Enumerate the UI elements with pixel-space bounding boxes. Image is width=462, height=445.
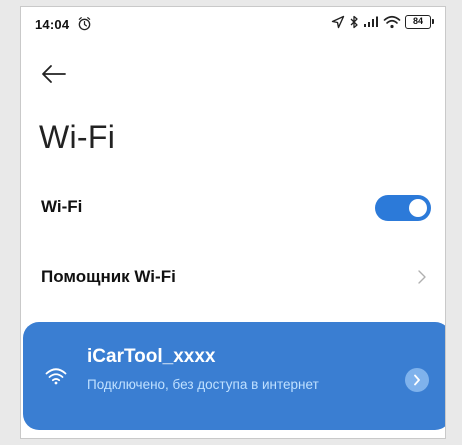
wifi-toggle-switch[interactable]: [375, 195, 431, 221]
cellular-signal-icon: [364, 16, 378, 27]
page-title: Wi-Fi: [39, 119, 116, 155]
network-name: iCarTool_xxxx: [87, 346, 216, 367]
battery-icon: 84: [405, 15, 434, 29]
status-bar: 14:04 84: [21, 7, 445, 43]
network-status: Подключено, без доступа в интернет: [87, 377, 319, 392]
location-icon: [331, 15, 345, 29]
network-details-button[interactable]: [405, 368, 429, 392]
wifi-assistant-row[interactable]: Помощник Wi-Fi: [21, 255, 445, 299]
alarm-icon: [78, 17, 91, 31]
arrow-left-icon: [42, 65, 66, 83]
connected-network-card[interactable]: iCarTool_xxxx Подключено, без доступа в …: [23, 322, 445, 430]
wifi-icon: [45, 368, 67, 385]
status-time: 14:04: [35, 17, 70, 32]
chevron-right-icon: [418, 270, 426, 284]
phone-screen: 14:04 84 Wi-Fi Wi-Fi Помощник Wi-Fi iCar…: [20, 6, 446, 439]
chevron-right-icon: [414, 374, 420, 386]
wifi-toggle-label: Wi-Fi: [41, 197, 83, 216]
status-icons: 84: [331, 15, 434, 29]
toggle-knob: [409, 199, 427, 217]
back-button[interactable]: [37, 59, 71, 89]
wifi-toggle-row[interactable]: Wi-Fi: [21, 185, 445, 229]
wifi-icon: [383, 15, 401, 29]
bluetooth-icon: [350, 15, 358, 29]
wifi-assistant-label: Помощник Wi-Fi: [41, 267, 176, 286]
